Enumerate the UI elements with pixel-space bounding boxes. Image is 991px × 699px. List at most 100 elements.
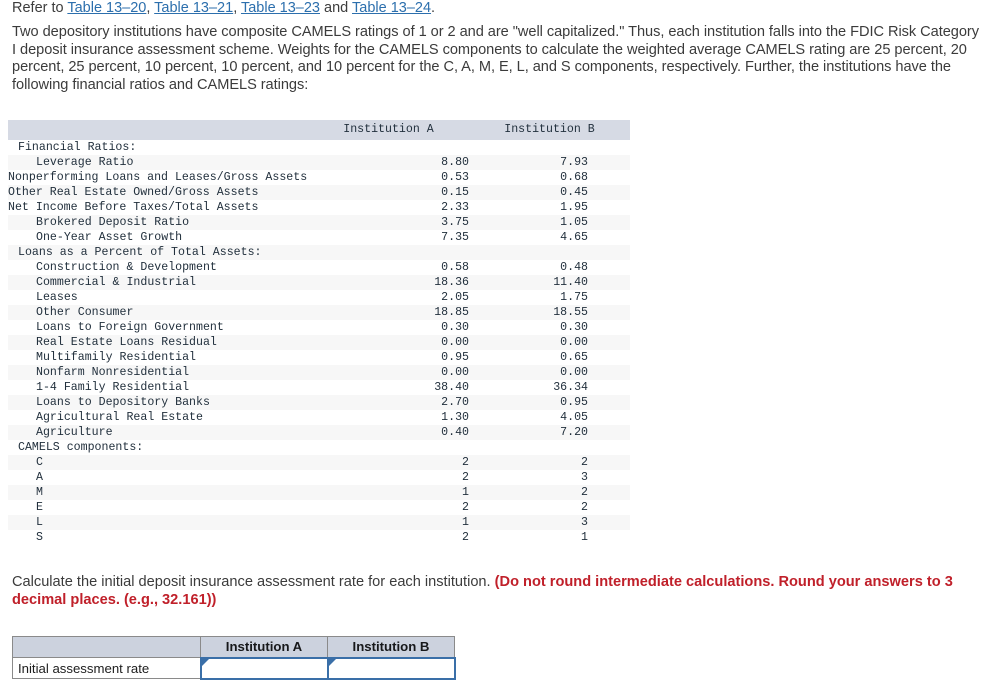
table-row: 1-4 Family Residential 38.40 36.34 xyxy=(8,380,630,395)
answer-table-container: Institution A Institution B Initial asse… xyxy=(12,636,456,680)
row-label: Other Consumer xyxy=(8,305,308,320)
row-label: Nonperforming Loans and Leases/Gross Ass… xyxy=(8,170,308,185)
answer-header-row: Institution A Institution B xyxy=(12,636,455,658)
value-institution-a: 0.53 xyxy=(308,170,469,185)
table-row: Nonperforming Loans and Leases/Gross Ass… xyxy=(8,170,630,185)
table-link-13-20[interactable]: Table 13–20 xyxy=(67,0,146,14)
section-title-spacer-b xyxy=(469,440,630,455)
table-link-13-24[interactable]: Table 13–24 xyxy=(352,0,431,14)
value-institution-b: 1.75 xyxy=(469,290,630,305)
value-institution-b: 0.30 xyxy=(469,320,630,335)
value-institution-b: 3 xyxy=(469,470,630,485)
value-institution-b: 0.00 xyxy=(469,335,630,350)
answer-cell-institution-b[interactable] xyxy=(326,656,456,680)
row-label: Commercial & Industrial xyxy=(8,275,308,290)
value-institution-a: 2.05 xyxy=(308,290,469,305)
table-row: Loans to Foreign Government 0.30 0.30 xyxy=(8,320,630,335)
data-table-header-row: Institution A Institution B xyxy=(8,120,630,140)
value-institution-b: 36.34 xyxy=(469,380,630,395)
refer-prefix: Refer to xyxy=(12,0,68,14)
row-label: 1-4 Family Residential xyxy=(8,380,308,395)
section-title-spacer-a xyxy=(308,140,469,155)
table-row: L13 xyxy=(8,515,630,530)
value-institution-b: 2 xyxy=(469,485,630,500)
section-row-financial-ratios: Financial Ratios: xyxy=(8,140,630,155)
answer-header-institution-b: Institution B xyxy=(327,636,455,658)
problem-statement: Two depository institutions have composi… xyxy=(12,24,979,93)
row-label: Construction & Development xyxy=(8,260,308,275)
table-row: E22 xyxy=(8,500,630,515)
row-label: Real Estate Loans Residual xyxy=(8,335,308,350)
answer-header-blank xyxy=(12,636,201,658)
intro-block: Refer to Table 13–20, Table 13–21, Table… xyxy=(0,0,991,94)
table-row: Leases 2.05 1.75 xyxy=(8,290,630,305)
table-row: Nonfarm Nonresidential 0.00 0.00 xyxy=(8,365,630,380)
value-institution-b: 4.05 xyxy=(469,410,630,425)
section-title-spacer-a xyxy=(308,245,469,260)
table-row: Construction & Development 0.58 0.48 xyxy=(8,260,630,275)
table-link-13-23[interactable]: Table 13–23 xyxy=(241,0,320,14)
value-institution-a: 38.40 xyxy=(308,380,469,395)
value-institution-a: 18.36 xyxy=(308,275,469,290)
value-institution-b: 0.45 xyxy=(469,185,630,200)
refer-suffix: . xyxy=(431,0,436,14)
value-institution-a: 2 xyxy=(308,530,469,545)
refer-line: Refer to Table 13–20, Table 13–21, Table… xyxy=(12,0,981,14)
value-institution-b: 1.05 xyxy=(469,215,630,230)
answer-cell-institution-a[interactable] xyxy=(199,656,329,680)
row-label: Nonfarm Nonresidential xyxy=(8,365,308,380)
refer-and: and xyxy=(320,0,352,14)
value-institution-b: 11.40 xyxy=(469,275,630,290)
table-link-13-21[interactable]: Table 13–21 xyxy=(154,0,233,14)
table-row: Other Real Estate Owned/Gross Assets 0.15… xyxy=(8,185,630,200)
section-title: CAMELS components: xyxy=(8,440,308,455)
answer-input-row: Initial assessment rate xyxy=(12,656,456,680)
value-institution-b: 0.48 xyxy=(469,260,630,275)
table-row: Net Income Before Taxes/Total Assets 2.33… xyxy=(8,200,630,215)
value-institution-a: 0.58 xyxy=(308,260,469,275)
row-label: A xyxy=(8,470,308,485)
value-institution-a: 1 xyxy=(308,515,469,530)
value-institution-a: 2.70 xyxy=(308,395,469,410)
row-label: E xyxy=(8,500,308,515)
table-row: Agricultural Real Estate 1.30 4.05 xyxy=(8,410,630,425)
answer-table: Institution A Institution B Initial asse… xyxy=(12,636,456,680)
value-institution-b: 7.93 xyxy=(469,155,630,170)
row-label: Net Income Before Taxes/Total Assets xyxy=(8,200,308,215)
initial-assessment-rate-input-b[interactable] xyxy=(328,659,454,677)
section-row-camels-components: CAMELS components: xyxy=(8,440,630,455)
value-institution-a: 0.40 xyxy=(308,425,469,440)
value-institution-a: 2 xyxy=(308,500,469,515)
question-instruction: Calculate the initial deposit insurance … xyxy=(12,573,962,609)
table-row: Commercial & Industrial 18.36 11.40 xyxy=(8,275,630,290)
value-institution-b: 3 xyxy=(469,515,630,530)
value-institution-a: 0.30 xyxy=(308,320,469,335)
value-institution-a: 7.35 xyxy=(308,230,469,245)
table-row: Multifamily Residential 0.95 0.65 xyxy=(8,350,630,365)
section-title-spacer-a xyxy=(308,440,469,455)
row-label: Loans to Depository Banks xyxy=(8,395,308,410)
row-label: M xyxy=(8,485,308,500)
row-label: C xyxy=(8,455,308,470)
value-institution-a: 1 xyxy=(308,485,469,500)
table-row: Agriculture 0.40 7.20 xyxy=(8,425,630,440)
value-institution-a: 0.95 xyxy=(308,350,469,365)
refer-sep-1: , xyxy=(146,0,155,14)
table-row: Other Consumer 18.85 18.55 xyxy=(8,305,630,320)
table-row: M12 xyxy=(8,485,630,500)
section-title-spacer-b xyxy=(469,140,630,155)
value-institution-b: 4.65 xyxy=(469,230,630,245)
value-institution-a: 0.00 xyxy=(308,365,469,380)
section-row-loans-percent: Loans as a Percent of Total Assets: xyxy=(8,245,630,260)
cell-marker-triangle-icon xyxy=(201,658,209,666)
value-institution-a: 3.75 xyxy=(308,215,469,230)
answer-header-institution-a: Institution A xyxy=(200,636,328,658)
initial-assessment-rate-input-a[interactable] xyxy=(201,659,327,677)
section-title: Financial Ratios: xyxy=(8,140,308,155)
table-row: Leverage Ratio 8.80 7.93 xyxy=(8,155,630,170)
refer-sep-2: , xyxy=(233,0,241,14)
table-row: S21 xyxy=(8,530,630,545)
value-institution-a: 2 xyxy=(308,455,469,470)
value-institution-a: 0.15 xyxy=(308,185,469,200)
row-label: Loans to Foreign Government xyxy=(8,320,308,335)
